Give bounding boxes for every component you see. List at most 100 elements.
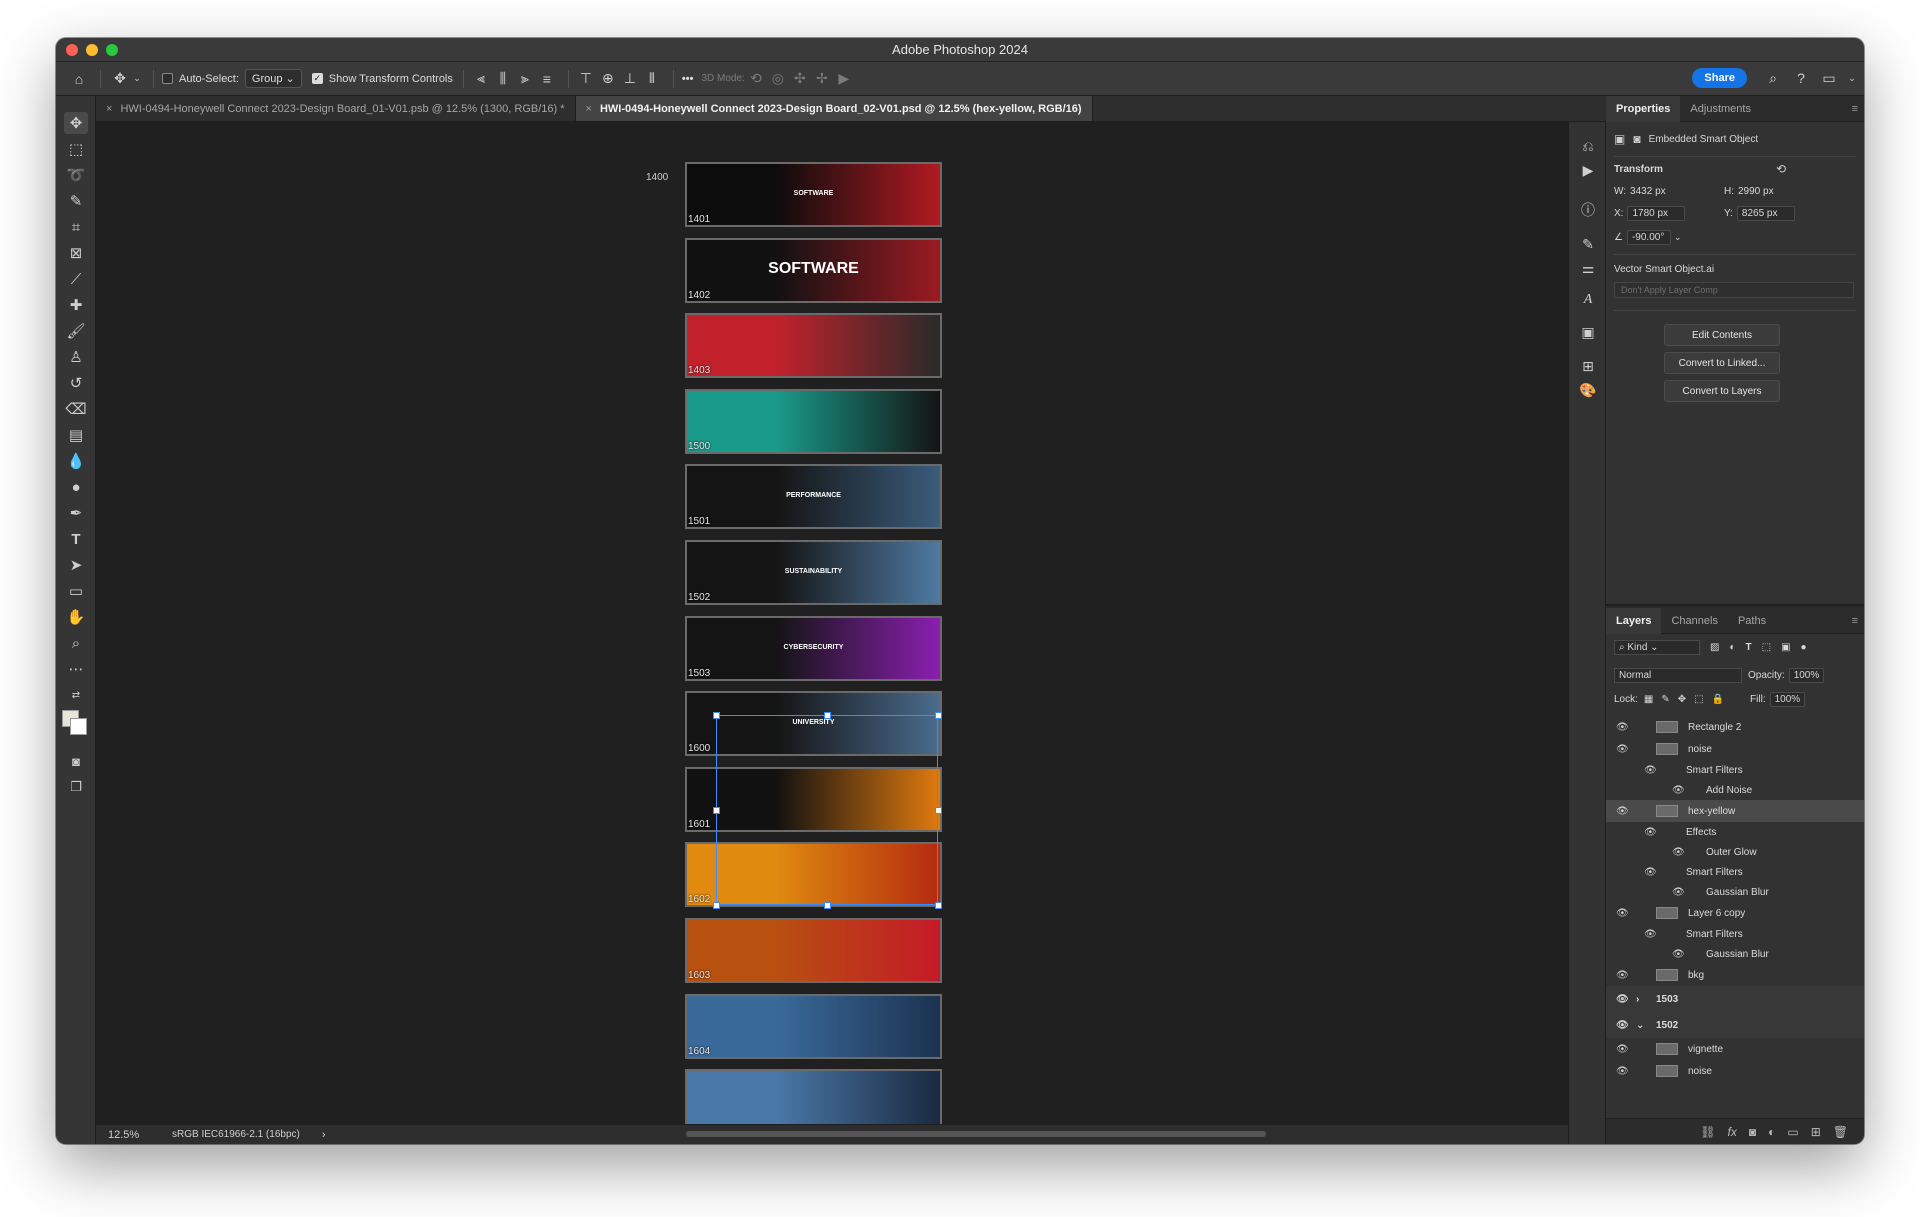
- background-color-swatch[interactable]: [70, 718, 87, 735]
- move-tool-icon[interactable]: ✥: [64, 112, 88, 134]
- chevron-down-icon[interactable]: ⌄: [1674, 232, 1682, 243]
- blur-tool-icon[interactable]: 💧: [64, 450, 88, 472]
- close-window-button[interactable]: [66, 44, 78, 56]
- quick-mask-icon[interactable]: ◙: [64, 750, 88, 772]
- status-menu-arrow[interactable]: ›: [322, 1129, 326, 1141]
- reset-transform-icon[interactable]: ⟲: [1776, 162, 1786, 176]
- visibility-eye-icon[interactable]: 👁: [1616, 1020, 1629, 1031]
- brush-tool-icon[interactable]: 🖌: [64, 320, 88, 342]
- move-tool-icon[interactable]: ✥: [109, 68, 131, 90]
- tab-paths[interactable]: Paths: [1728, 608, 1776, 634]
- artboard-thumbnail[interactable]: 1603: [685, 918, 942, 983]
- visibility-eye-icon[interactable]: 👁: [1616, 722, 1629, 733]
- gradient-tool-icon[interactable]: ▤: [64, 424, 88, 446]
- visibility-eye-icon[interactable]: 👁: [1616, 994, 1629, 1005]
- panel-menu-icon[interactable]: ≡: [1852, 615, 1858, 627]
- transform-handle[interactable]: [713, 807, 720, 814]
- layer-row[interactable]: 👁 vignette: [1606, 1038, 1864, 1060]
- y-field[interactable]: 8265 px: [1736, 206, 1795, 221]
- more-tools-icon[interactable]: ⋯: [64, 658, 88, 680]
- lock-all-icon[interactable]: 🔒: [1712, 694, 1724, 705]
- tab-properties[interactable]: Properties: [1606, 95, 1681, 122]
- kind-filter-dropdown[interactable]: ⌕ Kind ⌄: [1614, 640, 1700, 655]
- frame-tool-icon[interactable]: ⊠: [64, 242, 88, 264]
- distribute-vertical-icon[interactable]: ⫴: [641, 68, 663, 90]
- panel-menu-icon[interactable]: ≡: [1852, 103, 1858, 115]
- layer-group-row[interactable]: 👁 ⌄ 1502: [1606, 1012, 1864, 1038]
- lock-position-icon[interactable]: ✥: [1678, 694, 1686, 705]
- layer-row[interactable]: 👁 Smart Filters: [1606, 924, 1864, 944]
- group-chevron-icon[interactable]: ⌄: [1636, 1020, 1644, 1031]
- visibility-eye-icon[interactable]: 👁: [1672, 847, 1685, 858]
- rectangle-tool-icon[interactable]: ▭: [64, 580, 88, 602]
- visibility-eye-icon[interactable]: 👁: [1644, 827, 1657, 838]
- history-brush-tool-icon[interactable]: ↺: [64, 372, 88, 394]
- visibility-eye-icon[interactable]: 👁: [1616, 970, 1629, 981]
- filter-smart-object-icon[interactable]: ▣: [1781, 642, 1790, 653]
- align-bottom-icon[interactable]: ⊥: [619, 68, 641, 90]
- visibility-eye-icon[interactable]: 👁: [1644, 867, 1657, 878]
- lasso-tool-icon[interactable]: ➰: [64, 164, 88, 186]
- fx-icon[interactable]: fx: [1728, 1125, 1737, 1139]
- adjustments-icon[interactable]: ⚌: [1578, 258, 1598, 278]
- layer-row[interactable]: 👁 bkg: [1606, 964, 1864, 986]
- workspace-icon[interactable]: ▭: [1818, 67, 1840, 89]
- visibility-eye-icon[interactable]: 👁: [1672, 785, 1685, 796]
- tab-design-board-01[interactable]: × HWI-0494-Honeywell Connect 2023-Design…: [96, 96, 576, 121]
- close-icon[interactable]: ×: [106, 103, 112, 115]
- zoom-tool-icon[interactable]: ⌕: [64, 632, 88, 654]
- transform-handle[interactable]: [935, 807, 942, 814]
- new-adjustment-icon[interactable]: ◐: [1768, 1125, 1775, 1139]
- info-icon[interactable]: ⓘ: [1578, 200, 1598, 220]
- brushes-icon[interactable]: ✎: [1578, 234, 1598, 254]
- eyedropper-tool-icon[interactable]: ⟋: [64, 268, 88, 290]
- layer-row[interactable]: 👁 hex-yellow: [1606, 800, 1864, 822]
- transform-handle[interactable]: [935, 902, 942, 909]
- visibility-eye-icon[interactable]: 👁: [1644, 929, 1657, 940]
- eraser-tool-icon[interactable]: ⌫: [64, 398, 88, 420]
- visibility-eye-icon[interactable]: 👁: [1616, 908, 1629, 919]
- stamp-tool-icon[interactable]: ♙: [64, 346, 88, 368]
- distribute-icon[interactable]: ≡: [536, 68, 558, 90]
- filter-adjustment-icon[interactable]: ◐: [1729, 642, 1735, 653]
- tab-design-board-02[interactable]: × HWI-0494-Honeywell Connect 2023-Design…: [575, 96, 1093, 121]
- blend-mode-dropdown[interactable]: Normal: [1614, 668, 1742, 683]
- lock-transparency-icon[interactable]: ▦: [1644, 694, 1653, 705]
- artboard-thumbnail[interactable]: SUSTAINABILITY 1502: [685, 540, 942, 605]
- align-top-icon[interactable]: ⊤: [575, 68, 597, 90]
- opacity-field[interactable]: 100%: [1788, 668, 1825, 683]
- visibility-eye-icon[interactable]: 👁: [1616, 806, 1629, 817]
- filter-pixel-icon[interactable]: ▨: [1710, 642, 1719, 653]
- angle-field[interactable]: -90.00°: [1626, 230, 1671, 245]
- transform-controls-checkbox[interactable]: ✓: [311, 73, 323, 84]
- transform-selection-box[interactable]: [716, 715, 938, 905]
- artboard-thumbnail[interactable]: PERFORMANCE 1501: [685, 464, 942, 530]
- libraries-icon[interactable]: ▣: [1578, 322, 1598, 342]
- layer-row[interactable]: 👁 Rectangle 2: [1606, 716, 1864, 738]
- group-chevron-icon[interactable]: ›: [1636, 994, 1639, 1005]
- visibility-eye-icon[interactable]: 👁: [1616, 1066, 1629, 1077]
- minimize-window-button[interactable]: [86, 44, 98, 56]
- auto-select-checkbox[interactable]: [162, 73, 173, 84]
- artboard-thumbnail[interactable]: SOFTWARE 1402: [685, 237, 942, 303]
- more-options-button[interactable]: •••: [682, 73, 694, 85]
- visibility-eye-icon[interactable]: 👁: [1644, 765, 1657, 776]
- canvas-area[interactable]: 1400 SOFTWARE 1401 SOFTWARE 1402 1403 1500 PER…: [96, 122, 1599, 1135]
- layer-row[interactable]: 👁 Gaussian Blur: [1606, 882, 1864, 902]
- path-select-tool-icon[interactable]: ➤: [64, 554, 88, 576]
- tab-layers[interactable]: Layers: [1606, 607, 1662, 634]
- artboard-thumbnail[interactable]: SOFTWARE 1401: [685, 162, 942, 227]
- align-middle-icon[interactable]: ⊕: [597, 68, 619, 90]
- layer-row[interactable]: 👁 Outer Glow: [1606, 842, 1864, 862]
- artboard-thumbnail[interactable]: 1500: [685, 388, 942, 454]
- lock-artboard-icon[interactable]: ⬚: [1694, 694, 1703, 705]
- layer-row[interactable]: 👁 Smart Filters: [1606, 760, 1864, 780]
- transform-handle[interactable]: [713, 902, 720, 909]
- width-value[interactable]: 3432 px: [1630, 186, 1666, 197]
- chevron-down-icon[interactable]: ⌄: [131, 68, 143, 90]
- transform-handle[interactable]: [824, 712, 831, 719]
- mask-icon[interactable]: ◙: [1633, 132, 1640, 146]
- home-icon[interactable]: ⌂: [68, 68, 90, 90]
- history-icon[interactable]: ⎌: [1578, 136, 1598, 156]
- add-mask-icon[interactable]: ◙: [1749, 1125, 1756, 1139]
